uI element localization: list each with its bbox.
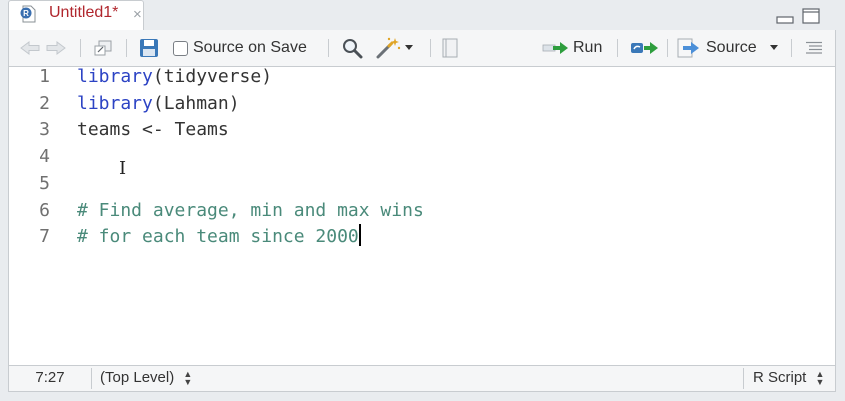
source-on-save-toggle[interactable]: Source on Save xyxy=(173,30,307,66)
editor-status-bar: 7:27 (Top Level) ▲ ▼ R Script ▲ ▼ xyxy=(8,366,836,392)
status-divider xyxy=(743,368,744,389)
scope-selector[interactable]: (Top Level) ▲ ▼ xyxy=(100,366,192,391)
rstudio-source-pane: R Untitled1* × Source on Save Run Source… xyxy=(0,0,845,401)
toolbar-divider xyxy=(667,39,668,57)
tab-title: Untitled1* xyxy=(49,4,119,21)
scope-label: (Top Level) xyxy=(100,369,175,386)
toolbar-divider xyxy=(80,39,81,57)
down-arrow-icon: ▼ xyxy=(815,377,825,388)
cursor-position: 7:27 xyxy=(35,369,65,386)
updown-arrows-icon: ▲ ▼ xyxy=(815,370,825,388)
tab-untitled1[interactable]: R Untitled1* × xyxy=(8,0,144,30)
run-button[interactable]: Run xyxy=(542,30,602,66)
chevron-down-icon[interactable] xyxy=(769,45,778,51)
back-arrow-icon xyxy=(20,41,40,55)
down-arrow-icon: ▼ xyxy=(183,377,193,388)
line-number: 3 xyxy=(39,119,50,141)
code-text: (Lahman) xyxy=(152,92,240,114)
toolbar-divider xyxy=(126,39,127,57)
run-label: Run xyxy=(573,39,603,56)
file-type-label: R Script xyxy=(753,369,807,386)
toolbar-divider xyxy=(328,39,329,57)
line-number: 5 xyxy=(39,172,50,194)
magic-wand-icon xyxy=(376,37,401,59)
tab-bar: R Untitled1* × xyxy=(0,0,845,30)
editor-toolbar: Source on Save Run Source xyxy=(8,30,836,66)
pop-out-window-icon xyxy=(94,40,112,56)
function-keyword: library xyxy=(77,92,153,114)
line-number: 2 xyxy=(39,92,50,114)
toolbar-divider xyxy=(430,39,431,57)
rerun-arrow-icon xyxy=(631,42,658,54)
source-label: Source xyxy=(706,39,757,56)
source-button[interactable]: Source xyxy=(677,30,778,66)
svg-text:R: R xyxy=(23,9,29,18)
toolbar-divider xyxy=(791,39,792,57)
maximize-pane-icon[interactable] xyxy=(802,8,820,24)
code-line-3[interactable]: teams <- Teams xyxy=(77,117,229,144)
code-line-6[interactable]: # Find average, min and max wins xyxy=(77,198,424,225)
notebook-icon xyxy=(442,38,458,58)
code-editor[interactable]: 1 2 3 4 5 6 7 library(tidyverse) library… xyxy=(8,66,836,366)
rerun-button[interactable] xyxy=(630,30,660,66)
code-line-2[interactable]: library(Lahman) xyxy=(77,91,240,118)
file-type-selector[interactable]: R Script ▲ ▼ xyxy=(753,366,824,391)
line-number: 6 xyxy=(39,199,50,221)
outline-lines-icon xyxy=(806,41,822,54)
back-button[interactable] xyxy=(19,30,41,66)
search-icon xyxy=(343,39,363,59)
close-icon[interactable]: × xyxy=(133,6,142,23)
mouse-ibeam-cursor-icon: I xyxy=(119,158,127,179)
toolbar-divider xyxy=(617,39,618,57)
save-disk-icon xyxy=(140,39,158,57)
source-file-icon xyxy=(677,38,699,58)
code-line-1[interactable]: library(tidyverse) xyxy=(77,64,272,91)
comment-text: # for each team since 2000 xyxy=(77,226,359,248)
code-tools-button[interactable] xyxy=(375,30,413,66)
chevron-down-icon xyxy=(405,45,413,50)
line-number: 4 xyxy=(39,146,50,168)
forward-button[interactable] xyxy=(45,30,67,66)
show-in-new-window-button[interactable] xyxy=(93,30,113,66)
code-text: (tidyverse) xyxy=(152,66,273,87)
source-on-save-label: Source on Save xyxy=(193,39,307,56)
line-number: 7 xyxy=(39,226,50,248)
pane-bottom-border xyxy=(0,392,845,401)
save-button[interactable] xyxy=(139,30,159,66)
source-on-save-checkbox[interactable] xyxy=(173,40,188,56)
minimize-pane-icon[interactable] xyxy=(776,8,794,24)
function-keyword: library xyxy=(77,66,153,87)
line-number: 1 xyxy=(39,66,50,87)
code-line-7[interactable]: # for each team since 2000 xyxy=(77,224,361,251)
forward-arrow-icon xyxy=(46,41,66,55)
find-replace-button[interactable] xyxy=(341,30,363,66)
updown-arrows-icon: ▲ ▼ xyxy=(183,370,193,388)
text-cursor xyxy=(358,224,361,247)
document-outline-button[interactable] xyxy=(805,30,823,66)
line-number-gutter: 1 2 3 4 5 6 7 xyxy=(9,66,69,365)
status-divider xyxy=(91,368,92,389)
run-arrow-icon xyxy=(542,42,568,54)
r-file-icon: R xyxy=(20,5,36,23)
compile-report-button[interactable] xyxy=(441,30,459,66)
